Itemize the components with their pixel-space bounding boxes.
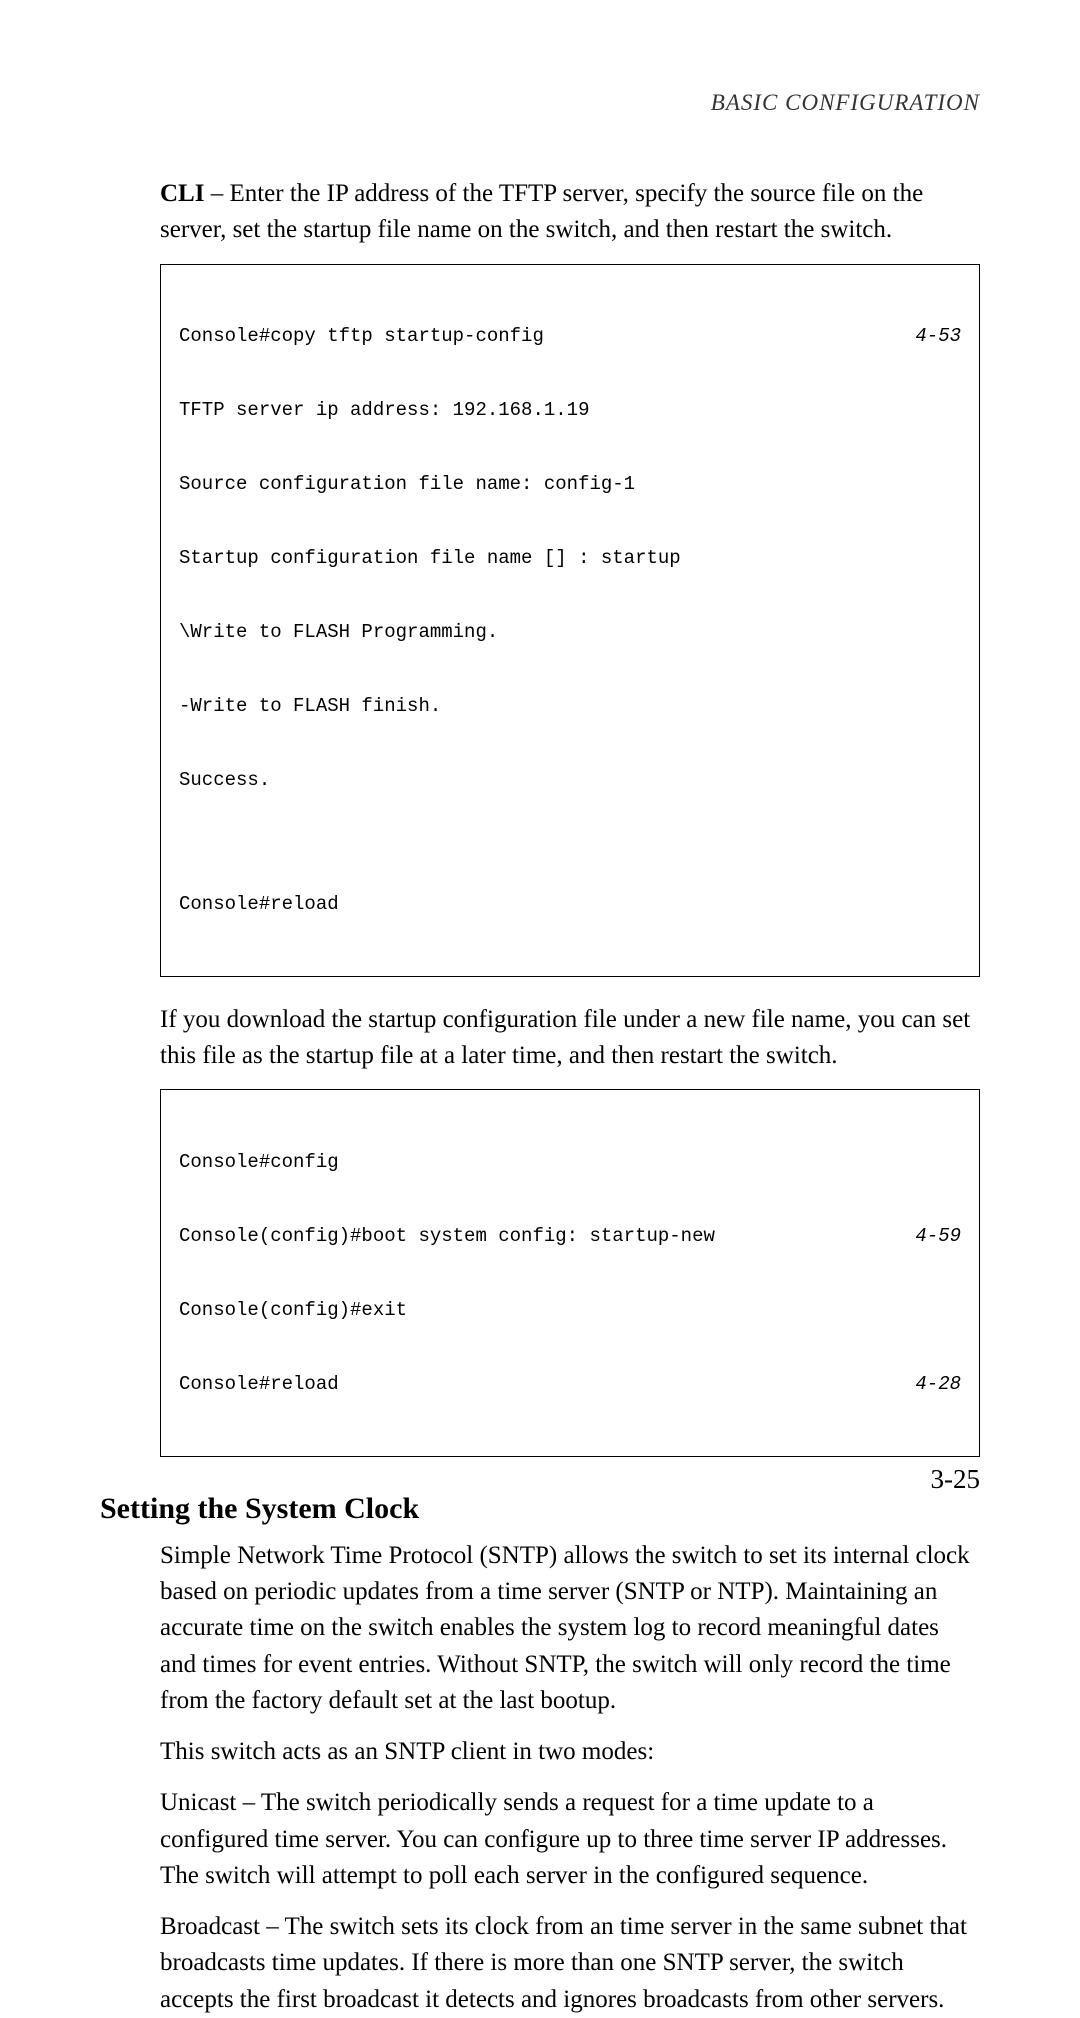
paragraph-5: Unicast – The switch periodically sends … [160,1785,980,1894]
code-line: Success. [179,768,961,793]
code-text: Console#reload [179,1372,339,1397]
code-line: Startup configuration file name [] : sta… [179,546,961,571]
cli-intro-text: – Enter the IP address of the TFTP serve… [160,180,923,243]
code-line: Source configuration file name: config-1 [179,472,961,497]
code-line: Console#reload 4-28 [179,1372,961,1397]
page-number: 3-25 [931,1464,981,1495]
paragraph-6: Broadcast – The switch sets its clock fr… [160,1909,980,2018]
code-line: \Write to FLASH Programming. [179,620,961,645]
code-line: Console(config)#exit [179,1298,961,1323]
paragraph-3: Simple Network Time Protocol (SNTP) allo… [160,1538,980,1719]
section-heading: Setting the System Clock [100,1492,980,1526]
paragraph-4: This switch acts as an SNTP client in tw… [160,1734,980,1770]
code-text: Console(config)#boot system config: star… [179,1224,715,1249]
code-ref: 4-59 [915,1224,961,1249]
code-ref: 4-28 [915,1372,961,1397]
code-line: Console#config [179,1150,961,1175]
header-title: BASIC CONFIGURATION [711,90,980,115]
code-line: Console#reload [179,892,961,917]
code-block-2: Console#config Console(config)#boot syst… [160,1089,980,1457]
code-block-1: Console#copy tftp startup-config 4-53 TFT… [160,264,980,977]
page-header: BASIC CONFIGURATION [100,90,980,116]
code-line: TFTP server ip address: 192.168.1.19 [179,398,961,423]
cli-label: CLI [160,180,204,207]
code-text: Console#copy tftp startup-config [179,324,544,349]
page-container: BASIC CONFIGURATION CLI – Enter the IP a… [0,0,1080,1570]
code-ref: 4-53 [915,324,961,349]
code-line: -Write to FLASH finish. [179,694,961,719]
code-line: Console#copy tftp startup-config 4-53 [179,324,961,349]
paragraph-2: If you download the startup configuratio… [160,1002,980,1075]
code-line: Console(config)#boot system config: star… [179,1224,961,1249]
cli-intro-paragraph: CLI – Enter the IP address of the TFTP s… [160,176,980,249]
